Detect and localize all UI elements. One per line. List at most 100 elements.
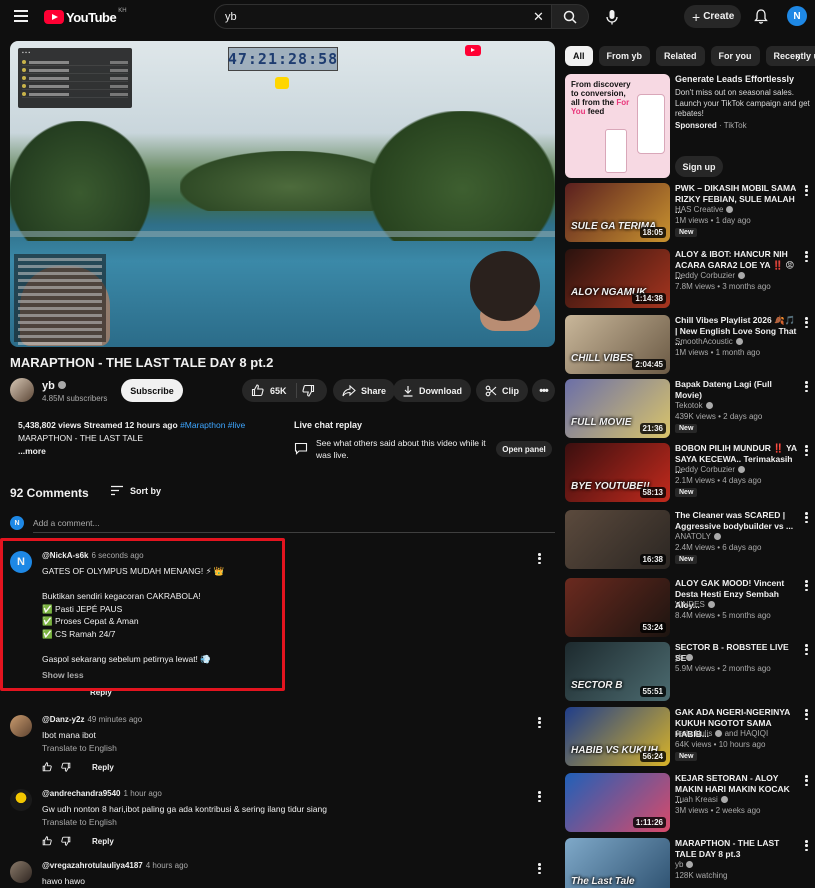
recommended-video[interactable]: 53:24 ALOY GAK MOOD! Vincent Desta Hesti … xyxy=(565,578,815,638)
comment-author[interactable]: @NickA-s6k 6 seconds ago xyxy=(42,551,144,560)
recommended-channel[interactable]: Jeda Nulis and HAQIQI xyxy=(675,729,768,738)
comment-avatar[interactable] xyxy=(10,715,32,737)
recommended-channel[interactable]: HAS Creative xyxy=(675,205,734,214)
chip-recently-uploaded[interactable]: Recently uploaded xyxy=(765,46,815,66)
recommended-video[interactable]: CHILL VIBES 2:04:45 Chill Vibes Playlist 2… xyxy=(565,315,815,375)
recommended-video[interactable]: 1:11:26 KEJAR SETORAN - ALOY MAKIN HARI M… xyxy=(565,773,815,833)
comment-more-icon[interactable] xyxy=(538,717,544,730)
voice-search-button[interactable] xyxy=(601,6,623,28)
recommended-video[interactable]: SECTOR B 55:51 SECTOR B - ROBSTEE LIVE SET… xyxy=(565,642,815,702)
video-thumbnail[interactable]: 53:24 xyxy=(565,578,670,637)
comment-avatar[interactable] xyxy=(10,789,32,811)
video-thumbnail[interactable]: ALOY NGAMUK 1:14:38 xyxy=(565,249,670,308)
more-vertical-icon[interactable] xyxy=(805,381,809,394)
chip-for-you[interactable]: For you xyxy=(710,46,760,66)
youtube-logo[interactable]: YouTube KH xyxy=(44,8,127,25)
recommended-channel[interactable]: Deddy Corbuzier xyxy=(675,271,746,280)
video-thumbnail[interactable]: 16:38 xyxy=(565,510,670,569)
reply-button[interactable]: Reply xyxy=(92,763,114,772)
hashtags[interactable]: #Marapthon #live xyxy=(180,420,245,430)
more-vertical-icon[interactable] xyxy=(805,512,809,525)
chip-related[interactable]: Related xyxy=(656,46,705,66)
recommended-channel[interactable]: Tuah Kreasi xyxy=(675,795,728,804)
comment-author[interactable]: @andrechandra9540 1 hour ago xyxy=(42,789,162,798)
video-thumbnail[interactable]: BYE YOUTUBE!! 58:13 xyxy=(565,443,670,502)
download-button[interactable]: Download xyxy=(393,379,471,402)
reply-button[interactable]: Reply xyxy=(92,837,114,846)
show-less-button[interactable]: Show less xyxy=(42,670,84,680)
thumbs-up-icon[interactable] xyxy=(42,762,52,772)
more-vertical-icon[interactable] xyxy=(805,644,809,657)
video-thumbnail[interactable]: FULL MOVIE 21:36 xyxy=(565,379,670,438)
thumbs-down-icon[interactable] xyxy=(61,836,71,846)
more-vertical-icon[interactable] xyxy=(805,185,809,198)
more-actions-button[interactable]: ••• xyxy=(532,379,555,402)
video-thumbnail[interactable]: SULE GA TERIMA 18:05 xyxy=(565,183,670,242)
recommended-channel[interactable]: VINDES xyxy=(675,600,715,609)
open-chat-panel-button[interactable]: Open panel xyxy=(496,441,552,457)
search-input[interactable] xyxy=(225,9,525,25)
thumbs-up-icon[interactable] xyxy=(42,836,52,846)
subscribe-button[interactable]: Subscribe xyxy=(121,379,183,402)
recommended-video[interactable]: BYE YOUTUBE!! 58:13 BOBON PILIH MUNDUR ‼️ … xyxy=(565,443,815,503)
search-button[interactable] xyxy=(551,4,589,29)
more-vertical-icon[interactable] xyxy=(805,580,809,593)
clear-search-icon[interactable]: ✕ xyxy=(533,9,544,25)
description-more-link[interactable]: ...more xyxy=(18,446,46,456)
video-thumbnail[interactable]: HABIB VS KUKUH 56:24 xyxy=(565,707,670,766)
recommended-channel[interactable]: Deddy Corbuzier xyxy=(675,465,746,474)
sort-comments-button[interactable]: Sort by xyxy=(110,485,161,496)
video-thumbnail[interactable]: 1:11:26 xyxy=(565,773,670,832)
recommended-channel[interactable]: ANATOLY xyxy=(675,532,722,541)
ad-thumbnail[interactable]: From discovery to conversion, all from t… xyxy=(565,74,670,178)
comment-author[interactable]: @Danz-y2z 49 minutes ago xyxy=(42,715,142,724)
video-player[interactable]: ▪ ▪ ▪ 47:21:28:58 xyxy=(10,41,555,347)
recommended-video[interactable]: ALOY NGAMUK 1:14:38 ALOY & IBOT: HANCUR NI… xyxy=(565,249,815,309)
comment-author[interactable]: @vregazahrotulauliya4187 4 hours ago xyxy=(42,861,188,870)
comment-avatar[interactable]: N xyxy=(10,551,32,573)
more-vertical-icon[interactable] xyxy=(805,317,809,330)
clip-button[interactable]: Clip xyxy=(476,379,528,402)
recommended-title[interactable]: SECTOR B - ROBSTEE LIVE SET xyxy=(675,642,799,664)
video-thumbnail[interactable]: CHILL VIBES 2:04:45 xyxy=(565,315,670,374)
translate-button[interactable]: Translate to English xyxy=(42,817,117,827)
add-comment-input[interactable]: Add a comment... xyxy=(33,518,100,528)
recommended-title[interactable]: The Cleaner was SCARED | Aggressive body… xyxy=(675,510,799,532)
comment-more-icon[interactable] xyxy=(538,863,544,876)
recommended-title[interactable]: Bapak Dateng Lagi (Full Movie) xyxy=(675,379,799,401)
more-vertical-icon[interactable] xyxy=(805,709,809,722)
more-vertical-icon[interactable] xyxy=(805,775,809,788)
like-button[interactable]: 65K xyxy=(251,384,287,397)
recommended-channel[interactable]: yb xyxy=(675,860,694,869)
thumbs-down-icon[interactable] xyxy=(61,762,71,772)
video-description[interactable]: 5,438,802 views Streamed 12 hours ago #M… xyxy=(10,414,282,462)
recommended-video[interactable]: 16:38 The Cleaner was SCARED | Aggressive… xyxy=(565,510,815,570)
recommended-channel[interactable]: Tekotok xyxy=(675,401,713,410)
more-vertical-icon[interactable] xyxy=(805,251,809,264)
recommended-video[interactable]: The Last Tale MARAPTHON - THE LAST TALE D… xyxy=(565,838,815,888)
comment-avatar[interactable] xyxy=(10,861,32,883)
account-avatar[interactable]: N xyxy=(787,6,807,26)
chip-from-channel[interactable]: From yb xyxy=(598,46,651,66)
translate-button[interactable]: Translate to English xyxy=(42,743,117,753)
ad-title[interactable]: Generate Leads Effortlessly xyxy=(675,74,810,85)
recommended-channel[interactable]: yb xyxy=(675,653,694,662)
channel-avatar[interactable] xyxy=(10,378,34,402)
notifications-button[interactable] xyxy=(753,8,769,28)
more-vertical-icon[interactable] xyxy=(805,445,809,458)
channel-name[interactable]: yb xyxy=(42,380,66,392)
reply-button[interactable]: Reply xyxy=(90,688,112,697)
recommended-channel[interactable]: SmoothAcoustic xyxy=(675,337,743,346)
recommended-video[interactable]: HABIB VS KUKUH 56:24 GAK ADA NGERI-NGERINY… xyxy=(565,707,815,767)
chip-all[interactable]: All xyxy=(565,46,593,66)
recommended-title[interactable]: MARAPTHON - THE LAST TALE DAY 8 pt.3 xyxy=(675,838,799,860)
chevron-right-icon[interactable]: › xyxy=(796,50,800,65)
more-vertical-icon[interactable] xyxy=(805,840,809,853)
dislike-button[interactable] xyxy=(302,384,315,400)
recommended-video[interactable]: FULL MOVIE 21:36 Bapak Dateng Lagi (Full M… xyxy=(565,379,815,439)
recommended-video[interactable]: SULE GA TERIMA 18:05 PWK – DIKASIH MOBIL S… xyxy=(565,183,815,243)
create-button[interactable]: + Create xyxy=(684,5,741,28)
share-button[interactable]: Share xyxy=(333,379,396,402)
video-thumbnail[interactable]: SECTOR B 55:51 xyxy=(565,642,670,701)
menu-icon[interactable] xyxy=(14,10,28,22)
